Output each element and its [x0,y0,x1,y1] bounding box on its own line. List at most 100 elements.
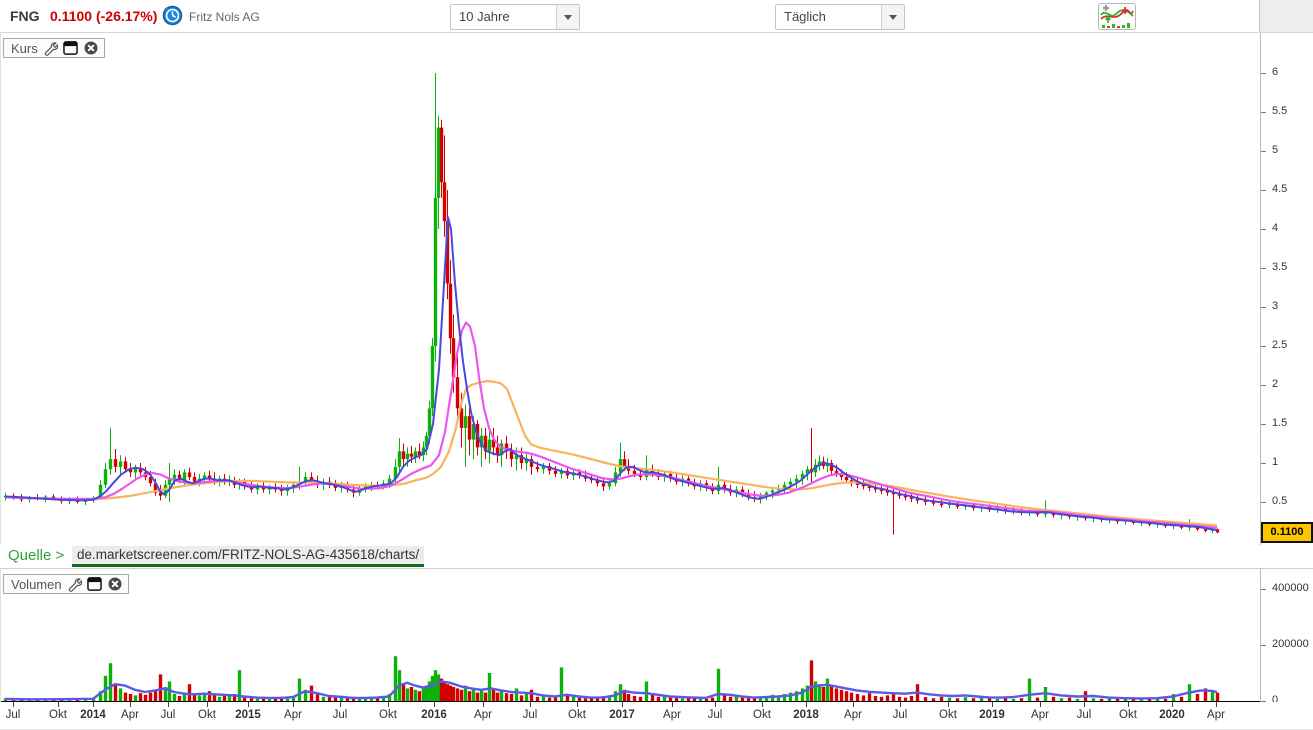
candle-body [468,416,471,439]
series-line [5,323,1217,528]
price-axis-label: 1.5 [1272,417,1287,429]
x-axis-label: 2020 [1159,709,1185,721]
candle-body [1204,529,1207,531]
volume-bar [431,676,434,701]
volume-bar [729,697,732,701]
x-axis-label: 2015 [235,709,261,721]
price-axis-label: 3 [1272,300,1278,312]
add-indicator-chart-button[interactable] [1098,3,1136,30]
volume-bar [810,660,813,701]
x-axis-label: Okt [379,709,397,721]
volume-bar [822,687,825,701]
frequency-select[interactable]: Täglich [775,4,905,30]
x-axis-label: 2018 [793,709,819,721]
volume-bar [904,698,907,701]
window-maximize-icon[interactable] [63,41,78,55]
x-axis-label: 2014 [80,709,106,721]
x-axis-label: Okt [753,709,771,721]
volume-bar [406,688,409,701]
x-axis-label: Okt [568,709,586,721]
x-axis-label: 2019 [979,709,1005,721]
volume-bar [835,688,838,701]
volume-bar [1180,697,1183,701]
x-axis-tick [248,702,249,707]
price-axis-tick [1261,463,1266,464]
x-axis-tick [900,702,901,707]
volume-bar [437,674,440,701]
candle-body [188,472,191,477]
close-icon[interactable] [83,40,99,56]
source-link[interactable]: de.marketscreener.com/FRITZ-NOLS-AG-4356… [72,546,424,567]
candle-body [398,451,401,467]
volume-y-axis: 4000002000000 [1260,569,1313,703]
x-axis-label: Jul [6,709,21,721]
x-axis-tick [1040,702,1041,707]
volume-chart-canvas[interactable] [1,569,1260,703]
x-axis-tick [168,702,169,707]
x-axis-label: Jul [893,709,908,721]
volume-axis-label: 200000 [1272,638,1309,650]
volume-bar [940,697,943,701]
volume-bar [208,691,211,701]
x-axis-tick [530,702,531,707]
price-axis-label: 2.5 [1272,339,1287,351]
ticker-symbol: FNG [10,8,40,24]
volume-axis-tick [1261,589,1266,590]
candle-body [536,467,539,469]
volume-bar [536,697,539,701]
x-axis-label: Jul [333,709,348,721]
x-axis-label: Okt [49,709,67,721]
volume-bar [826,679,829,701]
volume-bar [334,698,337,701]
volume-bar [1216,693,1219,701]
candle-body [940,504,943,506]
quote-price-change: 0.1100 (-26.17%) [50,8,157,24]
volume-bar [932,698,935,701]
x-axis-label: Jul [523,709,538,721]
price-axis-label: 3.5 [1272,261,1287,273]
wrench-settings-icon[interactable] [43,41,58,56]
volume-bar [198,695,201,701]
volume-axis-tick [1261,645,1266,646]
price-axis-tick [1261,112,1266,113]
candle-body [456,377,459,408]
volume-bar [484,693,487,701]
period-select[interactable]: 10 Jahre [450,4,580,30]
volume-bar [496,693,499,701]
volume-bar [627,694,630,701]
volume-bar [443,681,446,701]
volume-bar [578,698,581,701]
volume-bar [584,698,587,701]
price-axis-label: 1 [1272,456,1278,468]
volume-bar [880,697,883,701]
chevron-down-icon[interactable] [881,5,904,29]
chevron-down-icon[interactable] [556,5,579,29]
candle-body [402,451,405,459]
price-chart-canvas[interactable] [1,33,1260,545]
volume-bar [956,698,959,701]
candle-body [443,182,446,221]
volume-bar [1100,699,1103,701]
x-axis-tick [1128,702,1129,707]
volume-bar [274,699,277,701]
price-axis-tick [1261,190,1266,191]
volume-bar [681,698,684,701]
wrench-settings-icon[interactable] [67,577,82,592]
candle-body [464,416,467,428]
volume-bar [456,688,459,701]
x-axis-label: Apr [284,709,302,721]
x-axis-tick [577,702,578,707]
window-maximize-icon[interactable] [87,577,102,591]
price-axis-tick [1261,268,1266,269]
volume-bar [1211,691,1214,701]
close-icon[interactable] [107,576,123,592]
price-axis-tick [1261,73,1266,74]
volume-bar [228,696,231,701]
volume-bar [886,695,889,701]
candle-body [109,459,112,469]
price-axis-label: 4.5 [1272,183,1287,195]
delayed-quote-clock-icon [162,5,183,26]
volume-bar [213,695,216,701]
x-axis-tick [483,702,484,707]
price-axis-label: 6 [1272,66,1278,78]
